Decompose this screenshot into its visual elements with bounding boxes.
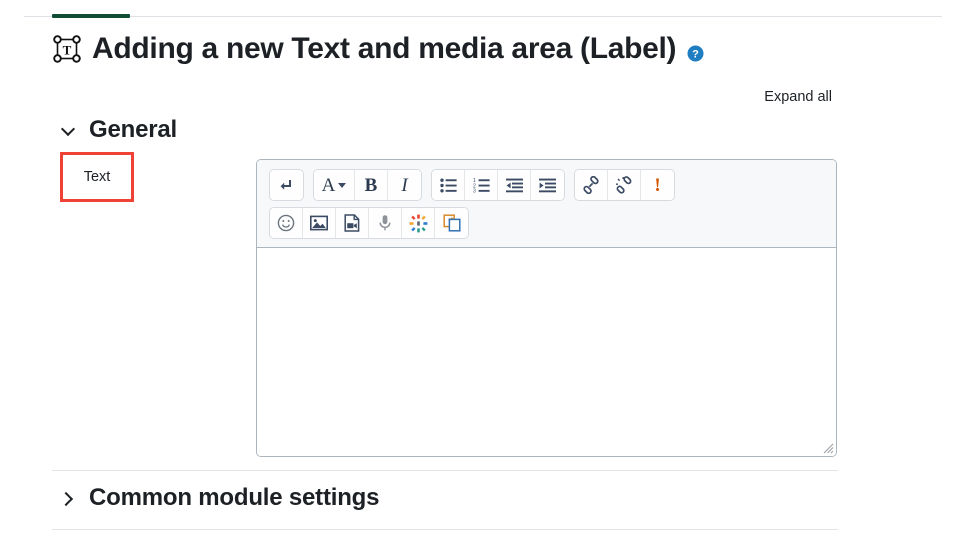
svg-text:3: 3 bbox=[473, 188, 476, 192]
svg-text:?: ? bbox=[692, 49, 699, 61]
divider-below-common-settings bbox=[52, 529, 838, 530]
section-header-general[interactable]: General bbox=[60, 118, 177, 142]
record-audio-icon[interactable] bbox=[369, 208, 402, 238]
bold-letter-b: B bbox=[364, 174, 378, 196]
toolbar-group-linebreak bbox=[269, 169, 304, 201]
bulleted-list-icon[interactable] bbox=[432, 170, 465, 200]
editor-toolbar-row-1: A B I 1 2 3 ! bbox=[269, 169, 826, 201]
text-style-icon[interactable]: A bbox=[314, 170, 355, 200]
page-header: T Adding a new Text and media area (Labe… bbox=[52, 34, 704, 64]
chevron-down-icon bbox=[338, 182, 347, 188]
unlink-icon[interactable] bbox=[608, 170, 641, 200]
decrease-indent-icon[interactable] bbox=[498, 170, 531, 200]
editor-content-area[interactable] bbox=[257, 248, 836, 456]
exclamation-mark: ! bbox=[654, 174, 661, 196]
numbered-list-icon[interactable]: 1 2 3 bbox=[465, 170, 498, 200]
chevron-down-icon bbox=[60, 122, 76, 138]
bold-icon[interactable]: B bbox=[355, 170, 388, 200]
italic-letter-i: I bbox=[401, 174, 408, 196]
toolbar-group-insert bbox=[269, 207, 469, 239]
insert-media-icon[interactable] bbox=[336, 208, 369, 238]
active-tab-indicator[interactable] bbox=[52, 14, 130, 18]
link-icon[interactable] bbox=[575, 170, 608, 200]
editor-toolbar-row-2 bbox=[269, 207, 826, 239]
italic-icon[interactable]: I bbox=[388, 170, 421, 200]
section-title-common-module-settings: Common module settings bbox=[89, 484, 380, 511]
toolbar-group-lists: 1 2 3 bbox=[431, 169, 565, 201]
text-field-label-highlight: Text bbox=[60, 152, 134, 202]
text-field-label: Text bbox=[83, 169, 111, 185]
svg-text:T: T bbox=[63, 43, 72, 58]
section-header-common-module-settings[interactable]: Common module settings bbox=[60, 486, 379, 510]
top-tab-strip bbox=[0, 0, 966, 19]
divider-above-common-settings bbox=[52, 470, 838, 471]
text-and-media-area-icon: T bbox=[52, 34, 82, 64]
tab-strip-divider bbox=[24, 16, 942, 17]
editor-toolbar: A B I 1 2 3 ! bbox=[257, 160, 836, 248]
rich-text-editor: A B I 1 2 3 ! bbox=[256, 159, 837, 457]
insert-image-icon[interactable] bbox=[303, 208, 336, 238]
section-title-general: General bbox=[89, 116, 177, 143]
h5p-icon[interactable] bbox=[402, 208, 435, 238]
paste-special-icon[interactable] bbox=[435, 208, 468, 238]
toolbar-group-text-format: A B I bbox=[313, 169, 422, 201]
emoji-icon[interactable] bbox=[270, 208, 303, 238]
resize-grip-icon[interactable] bbox=[821, 441, 834, 454]
help-circle-icon[interactable]: ? bbox=[687, 45, 704, 62]
line-break-icon[interactable] bbox=[270, 170, 303, 200]
accessibility-checker-icon[interactable]: ! bbox=[641, 170, 674, 200]
increase-indent-icon[interactable] bbox=[531, 170, 564, 200]
page-title: Adding a new Text and media area (Label) bbox=[92, 32, 677, 65]
style-letter-a: A bbox=[321, 174, 336, 196]
toolbar-group-link: ! bbox=[574, 169, 675, 201]
expand-all-link[interactable]: Expand all bbox=[764, 89, 832, 105]
chevron-right-icon bbox=[60, 490, 76, 506]
